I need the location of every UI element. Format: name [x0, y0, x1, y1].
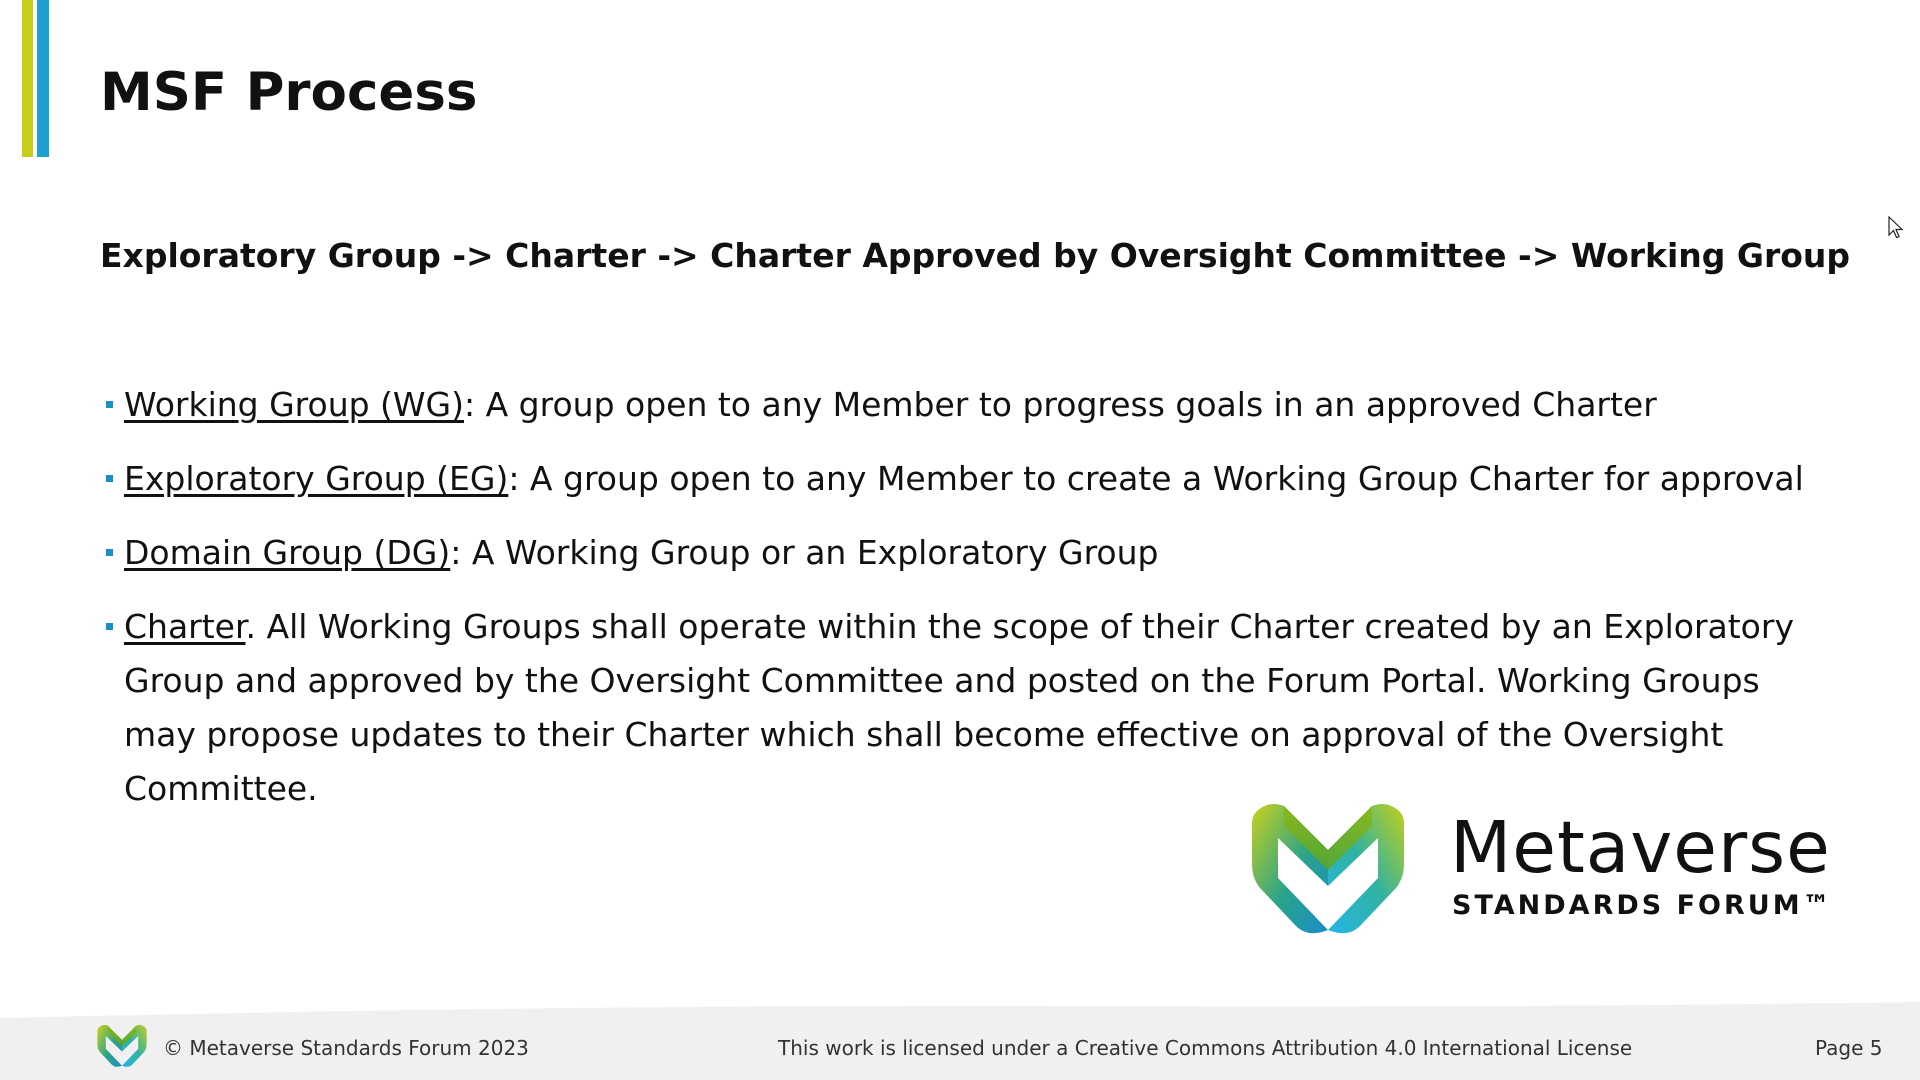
accent-stripe-blue: [37, 0, 49, 157]
bullet-square-icon: [106, 549, 113, 556]
logo-wordmark: Metaverse: [1450, 806, 1831, 889]
term-link-exploratory-group[interactable]: Exploratory Group (EG): [124, 459, 508, 498]
definition-text: : A Working Group or an Exploratory Grou…: [450, 533, 1159, 572]
term-link-working-group[interactable]: Working Group (WG): [124, 385, 464, 424]
bullet-square-icon: [106, 401, 113, 408]
term-link-charter[interactable]: Charter: [124, 607, 246, 646]
definition-text: . All Working Groups shall operate withi…: [124, 607, 1794, 808]
bullet-square-icon: [106, 475, 113, 482]
msf-heart-logo-icon: [1252, 804, 1404, 934]
bullet-square-icon: [106, 623, 113, 630]
footer-copyright: © Metaverse Standards Forum 2023: [163, 1036, 529, 1060]
definition-list: Working Group (WG): A group open to any …: [100, 378, 1820, 836]
mouse-cursor-icon: [1888, 216, 1904, 239]
logo-subtitle: STANDARDS FORUM™: [1452, 890, 1833, 921]
definition-text: : A group open to any Member to progress…: [464, 385, 1657, 424]
page-number: Page 5: [1815, 1036, 1883, 1060]
footer-license: This work is licensed under a Creative C…: [778, 1036, 1633, 1060]
msf-heart-logo-icon: [97, 1024, 147, 1067]
process-flow-line: Exploratory Group -> Charter -> Charter …: [100, 236, 1851, 275]
term-link-domain-group[interactable]: Domain Group (DG): [124, 533, 450, 572]
slide: MSF Process Exploratory Group -> Charter…: [0, 0, 1920, 1080]
list-item: Domain Group (DG): A Working Group or an…: [100, 526, 1820, 580]
definition-text: : A group open to any Member to create a…: [508, 459, 1804, 498]
list-item: Exploratory Group (EG): A group open to …: [100, 452, 1820, 506]
accent-stripe-yellow: [22, 0, 33, 157]
list-item: Charter. All Working Groups shall operat…: [100, 600, 1820, 816]
slide-title: MSF Process: [100, 62, 478, 123]
list-item: Working Group (WG): A group open to any …: [100, 378, 1820, 432]
